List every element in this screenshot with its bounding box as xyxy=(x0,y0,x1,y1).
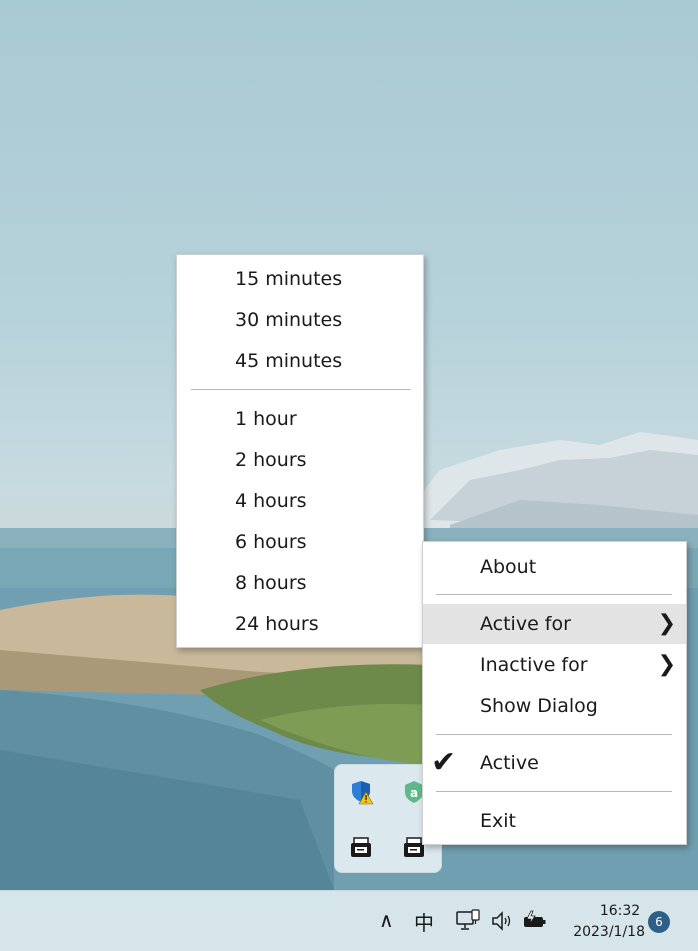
submenu-item-6-hours[interactable]: 6 hours xyxy=(177,522,423,562)
tray-context-menu: About Active for ❯ Inactive for ❯ Show D… xyxy=(422,541,687,845)
menu-separator xyxy=(436,734,672,735)
submenu-separator xyxy=(191,389,411,390)
menu-item-label: Active xyxy=(480,752,539,774)
printer-app-icon[interactable] xyxy=(348,835,374,861)
menu-item-show-dialog[interactable]: Show Dialog xyxy=(423,686,686,726)
svg-text:a: a xyxy=(410,786,418,800)
menu-item-exit[interactable]: Exit xyxy=(423,801,686,841)
submenu-item-24-hours[interactable]: 24 hours xyxy=(177,604,423,644)
taskbar: ∧ 中 16:32 2023/1/18 6 xyxy=(0,890,698,951)
battery-charging-icon[interactable] xyxy=(522,909,548,937)
submenu-item-2-hours[interactable]: 2 hours xyxy=(177,440,423,480)
menu-item-label: Active for xyxy=(480,613,571,635)
notification-count-badge[interactable]: 6 xyxy=(648,911,670,933)
menu-item-about[interactable]: About xyxy=(423,547,686,587)
submenu-item-label: 45 minutes xyxy=(235,350,343,372)
submenu-item-30-minutes[interactable]: 30 minutes xyxy=(177,300,423,340)
submenu-item-label: 24 hours xyxy=(235,613,319,635)
network-monitor-icon[interactable] xyxy=(455,909,481,937)
submenu-item-label: 30 minutes xyxy=(235,309,343,331)
menu-item-inactive-for[interactable]: Inactive for ❯ xyxy=(423,645,686,685)
submenu-item-label: 8 hours xyxy=(235,572,307,594)
submenu-item-label: 15 minutes xyxy=(235,268,343,290)
clock-time[interactable]: 16:32 xyxy=(585,903,655,919)
menu-item-label: Inactive for xyxy=(480,654,588,676)
submenu-item-45-minutes[interactable]: 45 minutes xyxy=(177,341,423,381)
submenu-item-label: 2 hours xyxy=(235,449,307,471)
menu-item-active[interactable]: ✔ Active xyxy=(423,743,686,783)
active-for-submenu: 15 minutes 30 minutes 45 minutes 1 hour … xyxy=(176,254,424,648)
menu-item-label: Exit xyxy=(480,810,516,832)
volume-speaker-icon[interactable] xyxy=(490,910,514,936)
menu-item-active-for[interactable]: Active for ❯ xyxy=(423,604,686,644)
input-method-indicator[interactable]: 中 xyxy=(414,907,434,936)
menu-item-label: About xyxy=(480,556,537,578)
show-hidden-icons-chevron-up-icon[interactable]: ∧ xyxy=(379,908,394,932)
chevron-right-icon: ❯ xyxy=(657,611,676,636)
menu-separator xyxy=(436,791,672,792)
security-warning-icon[interactable] xyxy=(349,779,375,805)
submenu-item-4-hours[interactable]: 4 hours xyxy=(177,481,423,521)
chevron-right-icon: ❯ xyxy=(657,652,676,677)
submenu-item-8-hours[interactable]: 8 hours xyxy=(177,563,423,603)
submenu-item-label: 1 hour xyxy=(235,408,297,430)
menu-separator xyxy=(436,594,672,595)
menu-item-label: Show Dialog xyxy=(480,695,598,717)
submenu-item-label: 6 hours xyxy=(235,531,307,553)
submenu-item-label: 4 hours xyxy=(235,490,307,512)
submenu-item-15-minutes[interactable]: 15 minutes xyxy=(177,259,423,299)
submenu-item-1-hour[interactable]: 1 hour xyxy=(177,399,423,439)
clock-date[interactable]: 2023/1/18 xyxy=(565,924,645,940)
checkmark-icon: ✔ xyxy=(431,745,457,780)
